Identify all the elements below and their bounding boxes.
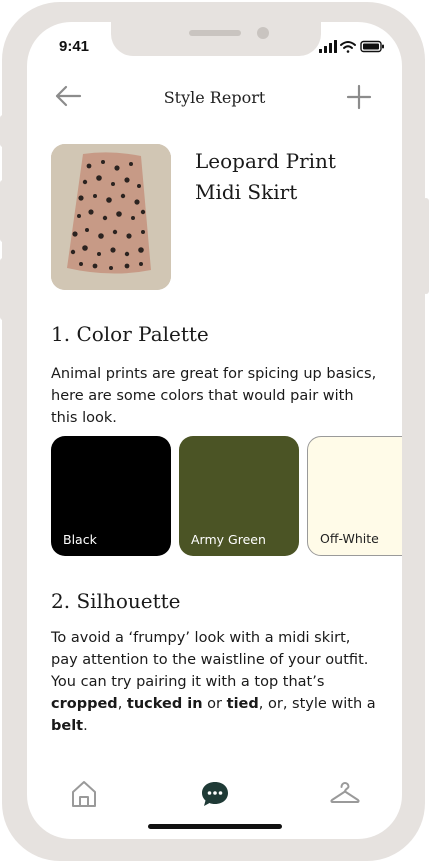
swatch-row[interactable]: Black Army Green Off-White [51, 436, 402, 558]
nav-chat[interactable] [199, 778, 231, 810]
silhouette-text: To avoid a ‘frumpy’ look with a midi ski… [51, 630, 369, 690]
speaker [189, 30, 241, 36]
power-button [423, 198, 429, 294]
color-palette-heading: 1. Color Palette [51, 322, 209, 346]
product-name-line2: Midi Skirt [195, 180, 298, 204]
swatch-black[interactable]: Black [51, 436, 171, 556]
product-name: Leopard Print Midi Skirt [195, 146, 385, 208]
keyword-tied: tied [226, 696, 259, 712]
volume-down-button [0, 258, 6, 320]
chat-bubble-icon [202, 782, 228, 806]
status-icons [319, 40, 385, 54]
keyword-cropped: cropped [51, 696, 118, 712]
hanger-icon [330, 782, 360, 803]
silhouette-heading: 2. Silhouette [51, 589, 181, 613]
silhouette-text: , [117, 696, 127, 712]
keyword-belt: belt [51, 718, 84, 734]
keyword-tucked-in: tucked in [126, 696, 203, 712]
silhouette-text: . [83, 718, 88, 734]
product-photo [51, 144, 171, 290]
plus-icon [346, 84, 372, 110]
swatch-off-white[interactable]: Off-White [307, 436, 402, 556]
status-time: 9:41 [59, 38, 90, 55]
add-button[interactable] [346, 84, 372, 110]
swatch-army-green[interactable]: Army Green [179, 436, 299, 556]
app-screen: 9:41 Style Report Leopard Print Midi Ski… [27, 22, 402, 839]
nav-wardrobe[interactable] [329, 778, 361, 810]
silhouette-text: or [202, 696, 227, 712]
mute-switch [0, 115, 6, 147]
silhouette-description: To avoid a ‘frumpy’ look with a midi ski… [51, 627, 381, 737]
home-indicator[interactable] [148, 824, 282, 829]
camera [257, 27, 269, 39]
notch [111, 22, 321, 56]
nav-home[interactable] [68, 778, 100, 810]
volume-up-button [0, 180, 6, 242]
wifi-icon [340, 41, 356, 53]
signal-icon [319, 40, 337, 53]
home-icon [72, 781, 96, 807]
silhouette-text: , or, style with a [258, 696, 376, 712]
color-palette-description: Animal prints are great for spicing up b… [51, 366, 377, 426]
product-name-line1: Leopard Print [195, 149, 336, 173]
battery-icon [360, 40, 384, 53]
